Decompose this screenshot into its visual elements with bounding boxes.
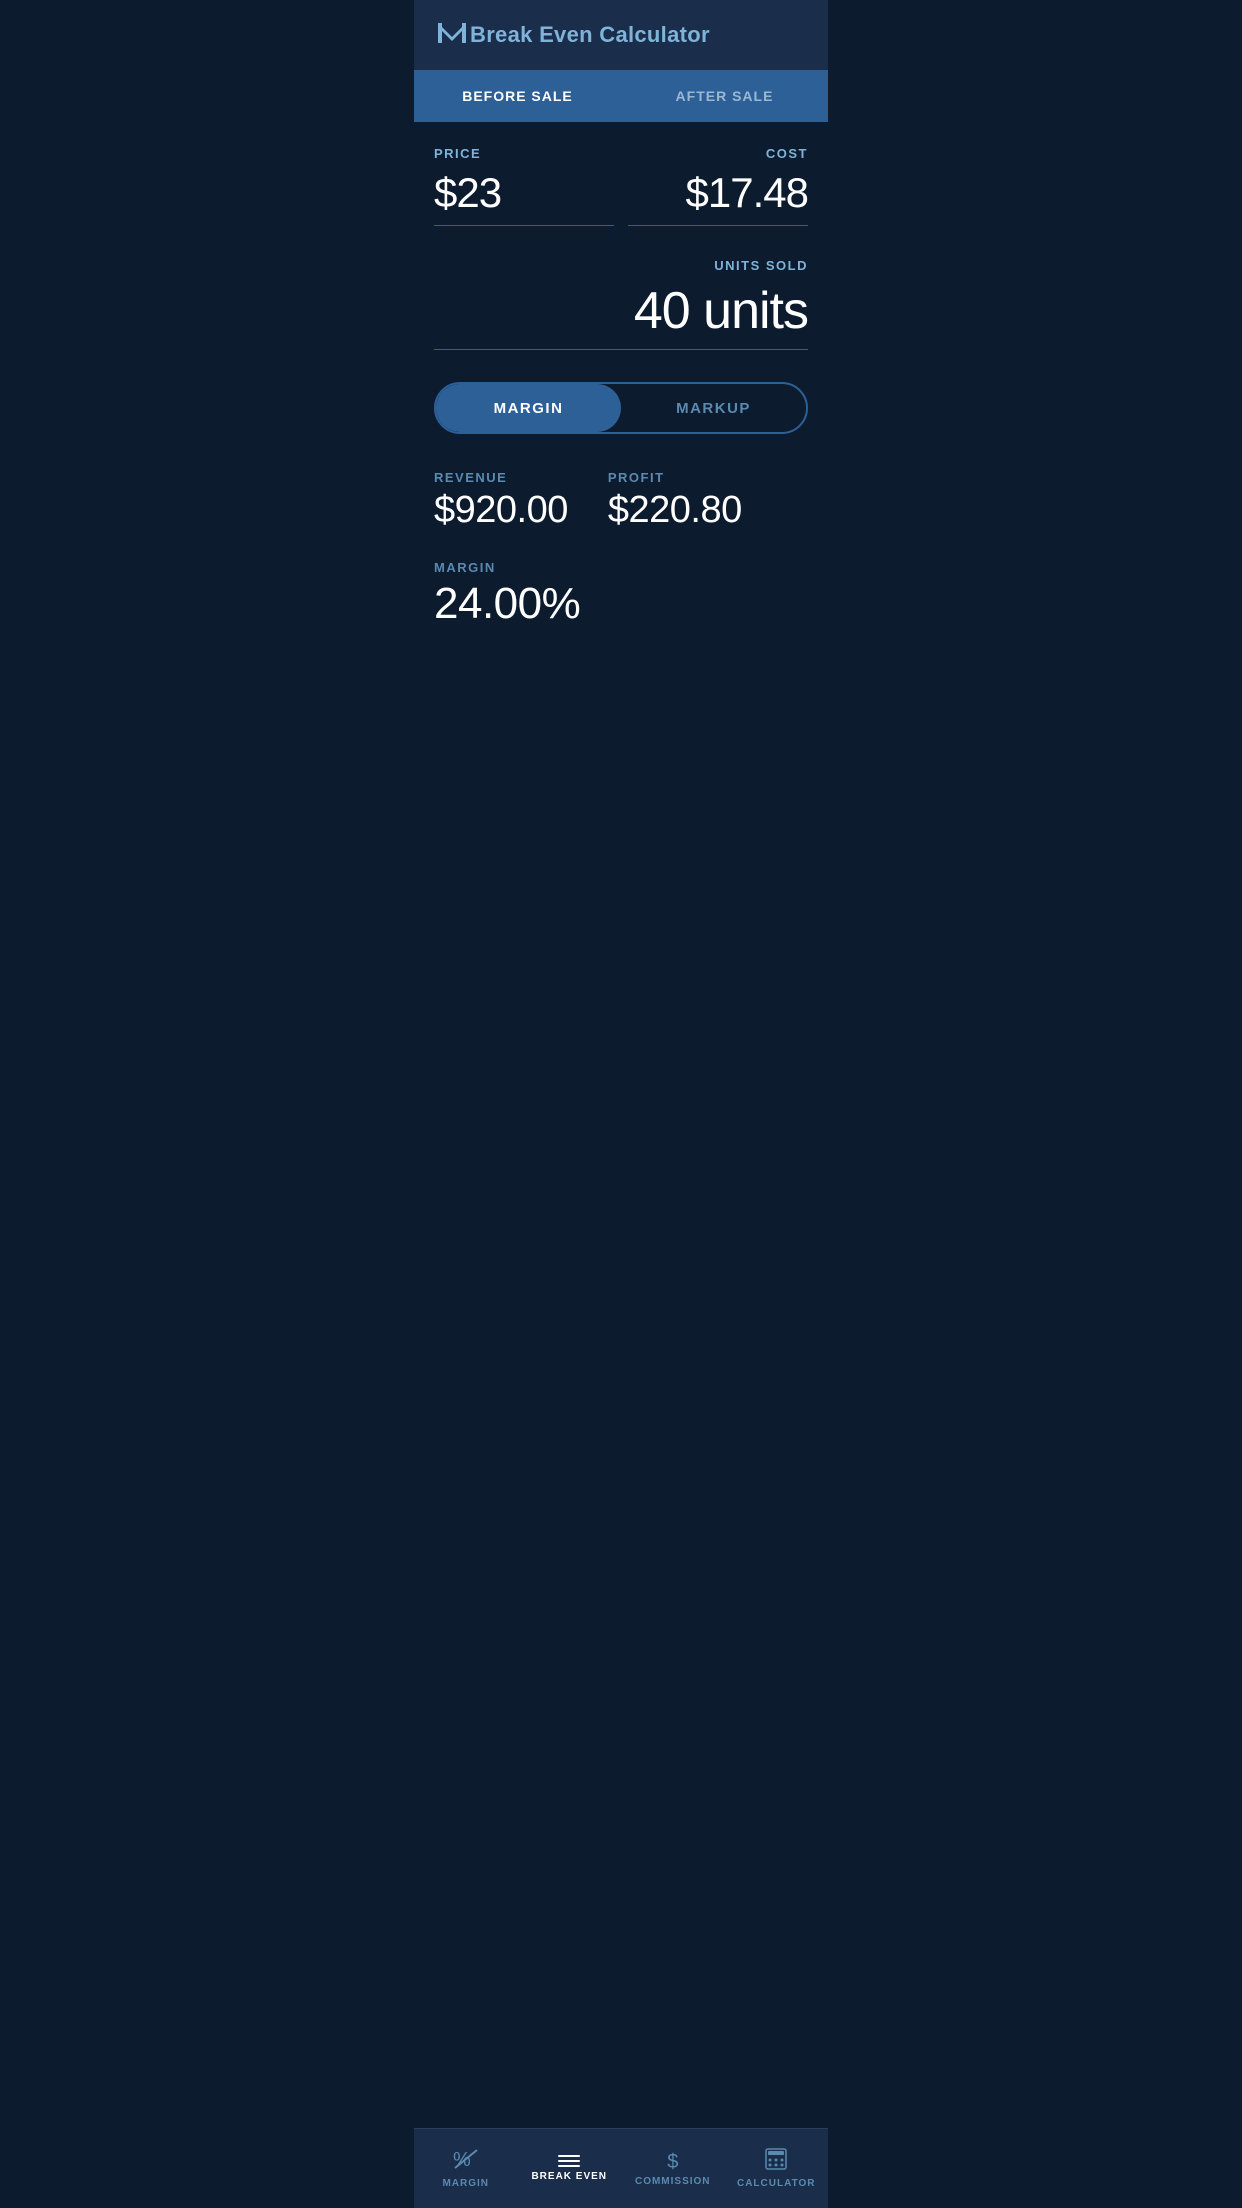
margin-result-group: MARGIN 24.00% (434, 560, 808, 629)
bottom-spacer (414, 661, 828, 751)
tab-after-sale[interactable]: AFTER SALE (621, 70, 828, 122)
toggle-margin[interactable]: MARGIN (436, 384, 621, 432)
cost-label: COST (766, 146, 808, 161)
breakeven-icon (558, 2155, 580, 2167)
app-logo (434, 15, 470, 56)
revenue-profit-row: REVENUE $920.00 PROFIT $220.80 (434, 470, 808, 532)
nav-breakeven[interactable]: BREAK EVEN (518, 2129, 622, 2208)
revenue-label: REVENUE (434, 470, 568, 485)
nav-calculator[interactable]: CALCULATOR (725, 2129, 829, 2208)
profit-group: PROFIT $220.80 (608, 470, 742, 532)
revenue-value: $920.00 (434, 489, 568, 532)
units-section: UNITS SOLD 40 units (434, 258, 808, 350)
profit-value: $220.80 (608, 489, 742, 532)
nav-margin[interactable]: % MARGIN (414, 2129, 518, 2208)
margin-result-label: MARGIN (434, 560, 808, 575)
calculator-icon (764, 2148, 788, 2174)
nav-commission-label: COMMISSION (635, 2176, 711, 2187)
price-underline (434, 225, 614, 226)
tab-navigation: BEFORE SALE AFTER SALE (414, 70, 828, 122)
main-content: PRICE $23 COST $17.48 UNITS SOLD 40 unit… (414, 122, 828, 661)
units-underline (434, 349, 808, 350)
price-value[interactable]: $23 (434, 169, 501, 217)
results-section: REVENUE $920.00 PROFIT $220.80 MARGIN 24… (434, 470, 808, 629)
nav-commission[interactable]: $ COMMISSION (621, 2129, 725, 2208)
tab-before-sale[interactable]: BEFORE SALE (414, 70, 621, 122)
nav-margin-label: MARGIN (442, 2178, 489, 2189)
units-value[interactable]: 40 units (634, 281, 808, 341)
price-cost-section: PRICE $23 COST $17.48 (434, 146, 808, 226)
nav-calculator-label: CALCULATOR (737, 2178, 816, 2189)
margin-markup-toggle[interactable]: MARGIN MARKUP (434, 382, 808, 434)
bottom-navigation: % MARGIN BREAK EVEN $ COMMISSION (414, 2128, 828, 2208)
cost-field: COST $17.48 (628, 146, 808, 226)
page-title: Break Even Calculator (470, 22, 710, 48)
price-field: PRICE $23 (434, 146, 614, 226)
revenue-group: REVENUE $920.00 (434, 470, 568, 532)
profit-label: PROFIT (608, 470, 742, 485)
nav-breakeven-label: BREAK EVEN (531, 2171, 607, 2182)
margin-result-value: 24.00% (434, 579, 808, 629)
cost-value[interactable]: $17.48 (686, 169, 808, 217)
cost-underline (628, 225, 808, 226)
commission-icon: $ (667, 2150, 678, 2172)
units-label: UNITS SOLD (714, 258, 808, 273)
app-header: Break Even Calculator (414, 0, 828, 70)
toggle-markup[interactable]: MARKUP (621, 384, 806, 432)
price-label: PRICE (434, 146, 481, 161)
margin-icon: % (453, 2148, 479, 2174)
